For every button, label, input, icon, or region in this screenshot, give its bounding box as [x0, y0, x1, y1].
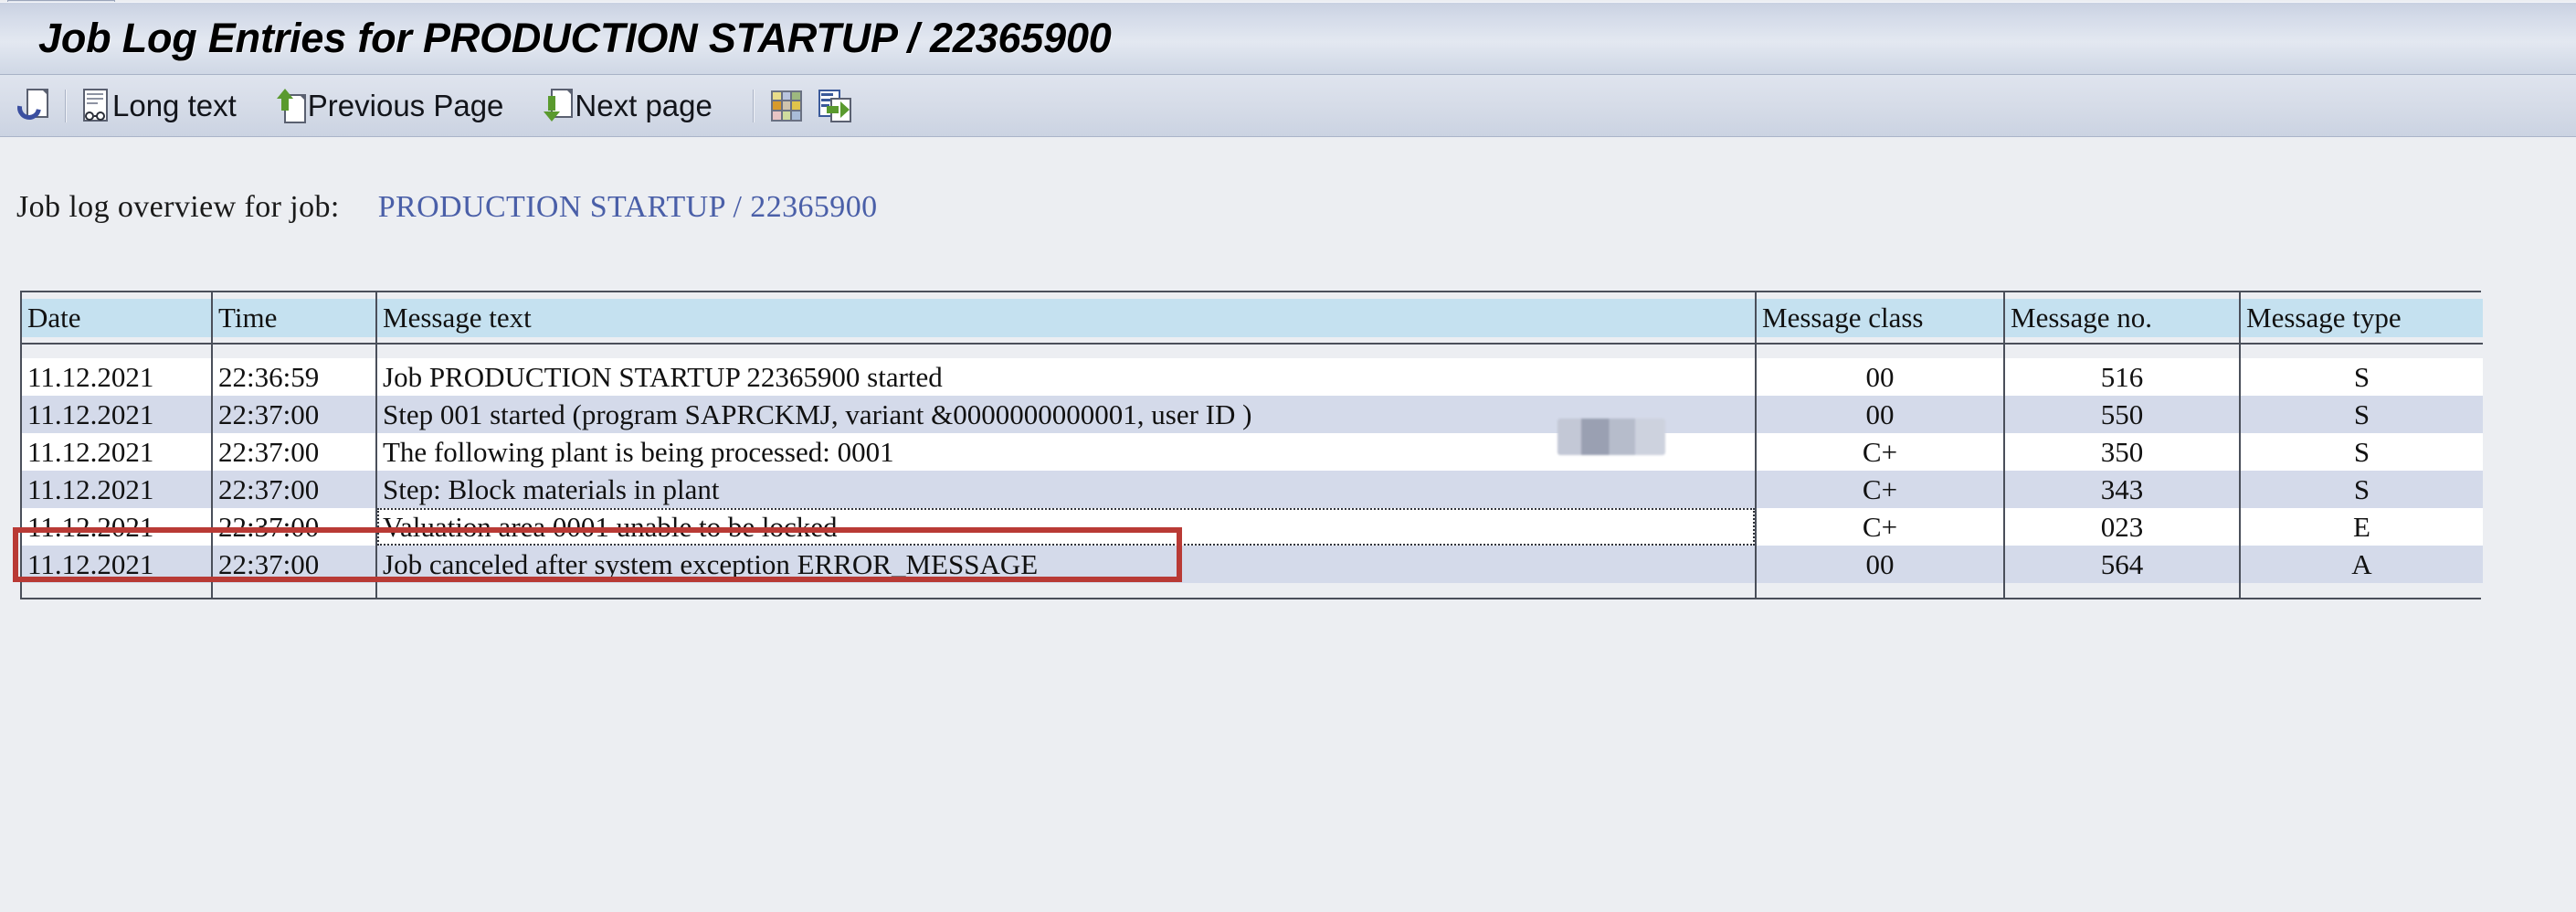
next-page-icon: [544, 88, 574, 123]
cell-date: 11.12.2021: [22, 358, 213, 396]
next-page-button[interactable]: Next page: [537, 82, 718, 130]
next-page-label: Next page: [575, 88, 713, 122]
cell-date: 11.12.2021: [22, 471, 213, 508]
cell-message-type: S: [2240, 396, 2483, 433]
cell-message-text[interactable]: Job canceled after system exception ERRO…: [376, 546, 1757, 583]
cell-message-no: 350: [2004, 433, 2241, 471]
toolbar-separator: [752, 89, 755, 122]
color-grid-button[interactable]: [765, 82, 808, 130]
cell-date: 11.12.2021: [22, 433, 213, 471]
cell-time: 22:36:59: [212, 358, 377, 396]
cell-time: 22:37:00: [212, 433, 377, 471]
long-text-button[interactable]: Long text: [77, 82, 243, 130]
column-header-message-no[interactable]: Message no.: [2004, 292, 2241, 345]
cell-message-class: C+: [1756, 471, 2005, 508]
cell-message-type: S: [2240, 433, 2483, 471]
cell-date: 11.12.2021: [22, 508, 213, 546]
previous-page-button[interactable]: Previous Page: [270, 82, 511, 130]
table-row[interactable]: 11.12.2021 22:37:00 Step 001 started (pr…: [22, 396, 2483, 433]
column-header-message-text[interactable]: Message text: [376, 292, 1757, 345]
cell-message-no: 550: [2004, 396, 2241, 433]
long-text-label: Long text: [112, 88, 237, 122]
export-to-document-icon: [818, 89, 851, 122]
table-row[interactable]: 11.12.2021 22:37:00 Job canceled after s…: [22, 546, 2483, 583]
cell-message-class: 00: [1756, 358, 2005, 396]
cell-message-no: 516: [2004, 358, 2241, 396]
previous-page-icon: [276, 88, 306, 123]
cell-message-text[interactable]: Job PRODUCTION STARTUP 22365900 started: [376, 358, 1757, 396]
table-row[interactable]: 11.12.2021 22:37:00 The following plant …: [22, 433, 2483, 471]
job-log-overview-value: PRODUCTION STARTUP / 22365900: [377, 190, 878, 224]
cell-message-class: C+: [1756, 433, 2005, 471]
cell-message-class: C+: [1756, 508, 2005, 546]
column-header-date[interactable]: Date: [22, 292, 213, 345]
cell-message-class: 00: [1756, 396, 2005, 433]
cell-message-text[interactable]: Step 001 started (program SAPRCKMJ, vari…: [376, 396, 1757, 433]
toolbar: Long text Previous Page Next page: [0, 75, 2576, 137]
cell-message-text[interactable]: Step: Block materials in plant: [376, 471, 1757, 508]
table-row[interactable]: 11.12.2021 22:37:00 Step: Block material…: [22, 471, 2483, 508]
cell-message-no: 564: [2004, 546, 2241, 583]
cell-message-text[interactable]: The following plant is being processed: …: [376, 433, 1757, 471]
long-text-icon: [83, 88, 111, 123]
job-log-overview-line: Job log overview for job: PRODUCTION STAR…: [16, 190, 878, 225]
color-grid-icon: [770, 90, 802, 122]
table-top-spacer: [22, 344, 2483, 358]
cell-message-no: 343: [2004, 471, 2241, 508]
page-title: Job Log Entries for PRODUCTION STARTUP /…: [38, 15, 1112, 61]
job-log-overview-label: Job log overview for job:: [16, 190, 340, 224]
toolbar-separator: [65, 89, 67, 122]
cell-message-type: S: [2240, 358, 2483, 396]
table-row[interactable]: 11.12.2021 22:36:59 Job PRODUCTION START…: [22, 358, 2483, 396]
cell-message-class: 00: [1756, 546, 2005, 583]
cell-message-type: A: [2240, 546, 2483, 583]
table-header-row: Date Time Message text Message class Mes…: [22, 292, 2483, 345]
redacted-user-id: [1557, 419, 1665, 455]
refresh-button[interactable]: [11, 82, 55, 130]
cell-date: 11.12.2021: [22, 396, 213, 433]
column-header-message-class[interactable]: Message class: [1756, 292, 2005, 345]
export-to-document-button[interactable]: [812, 82, 858, 130]
cell-time: 22:37:00: [212, 396, 377, 433]
cell-message-type: S: [2240, 471, 2483, 508]
column-header-message-type[interactable]: Message type: [2240, 292, 2483, 345]
cell-message-type: E: [2240, 508, 2483, 546]
cell-time: 22:37:00: [212, 471, 377, 508]
cell-time: 22:37:00: [212, 508, 377, 546]
table-bottom-spacer: [22, 583, 2483, 598]
cell-date: 11.12.2021: [22, 546, 213, 583]
cell-time: 22:37:00: [212, 546, 377, 583]
cell-message-text-selected[interactable]: Valuation area 0001 unable to be locked: [376, 508, 1757, 546]
cell-message-no: 023: [2004, 508, 2241, 546]
previous-page-label: Previous Page: [307, 88, 504, 122]
table-row-highlighted[interactable]: 11.12.2021 22:37:00 Valuation area 0001 …: [22, 508, 2483, 546]
column-header-time[interactable]: Time: [212, 292, 377, 345]
refresh-icon: [12, 88, 48, 124]
title-bar: Job Log Entries for PRODUCTION STARTUP /…: [0, 2, 2576, 75]
job-log-table: Date Time Message text Message class Mes…: [20, 291, 2483, 599]
